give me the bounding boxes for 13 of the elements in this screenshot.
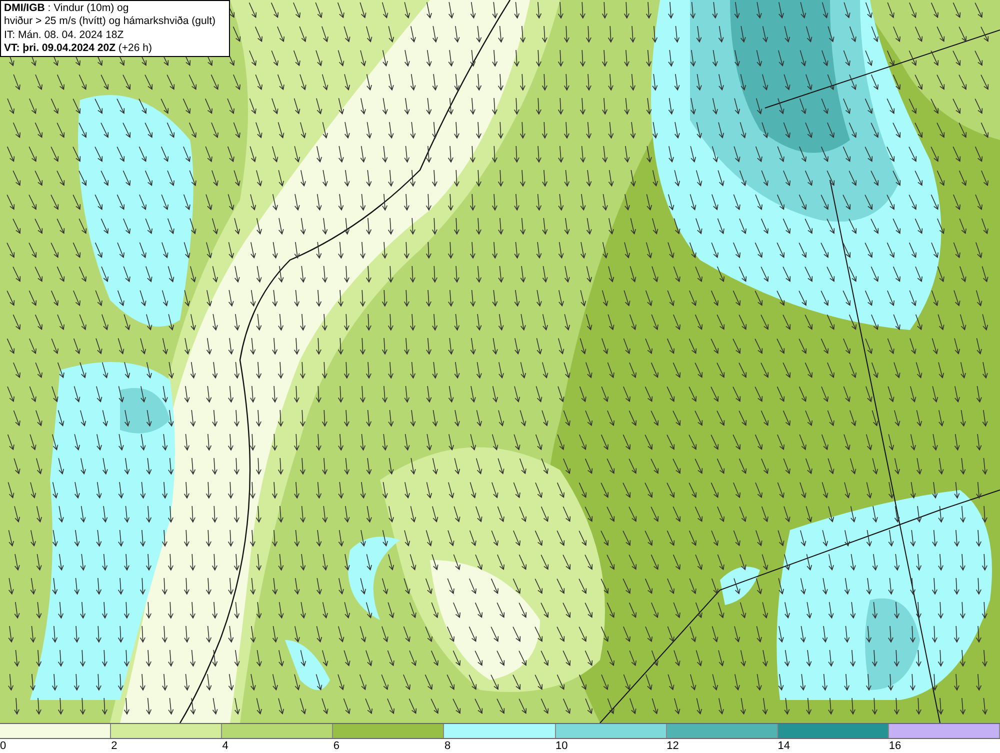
legend-tick-label: 16 (888, 740, 902, 752)
legend-tick-label: 0 (0, 740, 6, 752)
title-line: DMI/IGB : Vindur (10m) og (4, 2, 130, 16)
legend-tick-label: 2 (111, 740, 118, 752)
legend-tick-label: 12 (666, 740, 679, 752)
legend-tick-label: 6 (333, 740, 340, 752)
title-line: IT: Mán. 08. 04. 2024 18Z (4, 28, 125, 42)
legend-tick-label: 8 (444, 740, 451, 752)
legend-tick-label: 10 (556, 740, 568, 752)
title-line: hviður > 25 m/s (hvítt) og hámarkshviða (gult) (4, 15, 217, 29)
legend-tick-label: 4 (222, 740, 228, 752)
legend-tick-label: 14 (778, 740, 790, 752)
title-line: VT: þri. 09.04.2024 20Z (+26 h) (4, 42, 153, 56)
